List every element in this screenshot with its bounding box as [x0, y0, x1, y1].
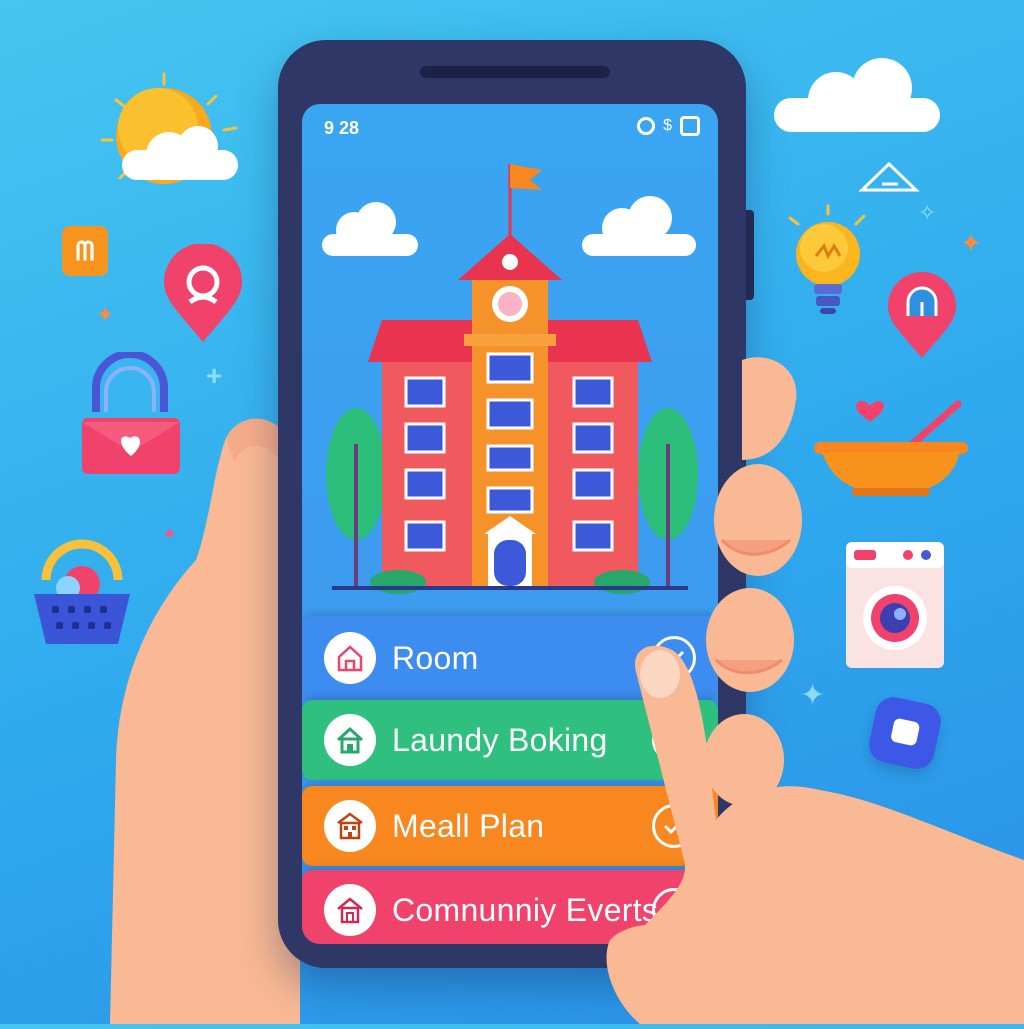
building-icon	[324, 800, 376, 852]
checkmark-icon[interactable]	[652, 718, 696, 762]
menu-item-label: Comnunniy Everts	[392, 891, 659, 928]
checkmark-icon[interactable]	[652, 804, 696, 848]
menu-item-laundry-booking[interactable]: Laundy Boking	[302, 700, 718, 780]
dorm-building-illustration	[302, 104, 718, 624]
checkmark-icon[interactable]	[652, 636, 696, 680]
phone-side-button	[746, 210, 754, 300]
phone-speaker	[420, 66, 610, 78]
menu-item-room[interactable]: Room	[302, 616, 718, 700]
phone-screen: 9 28 $ Room Laundy Boking Meall Plan Com…	[302, 104, 718, 944]
menu-item-label: Room	[392, 639, 479, 676]
menu-item-meal-plan[interactable]: Meall Plan	[302, 786, 718, 866]
house-outline-icon	[324, 884, 376, 936]
menu-item-community-events[interactable]: Comnunniy Everts	[302, 870, 718, 944]
house-icon	[324, 714, 376, 766]
menu-item-label: Laundy Boking	[392, 721, 608, 758]
menu-item-label: Meall Plan	[392, 807, 545, 844]
home-outline-icon	[324, 632, 376, 684]
checkmark-icon[interactable]	[652, 888, 696, 932]
phone: 9 28 $ Room Laundy Boking Meall Plan Com…	[278, 40, 754, 968]
